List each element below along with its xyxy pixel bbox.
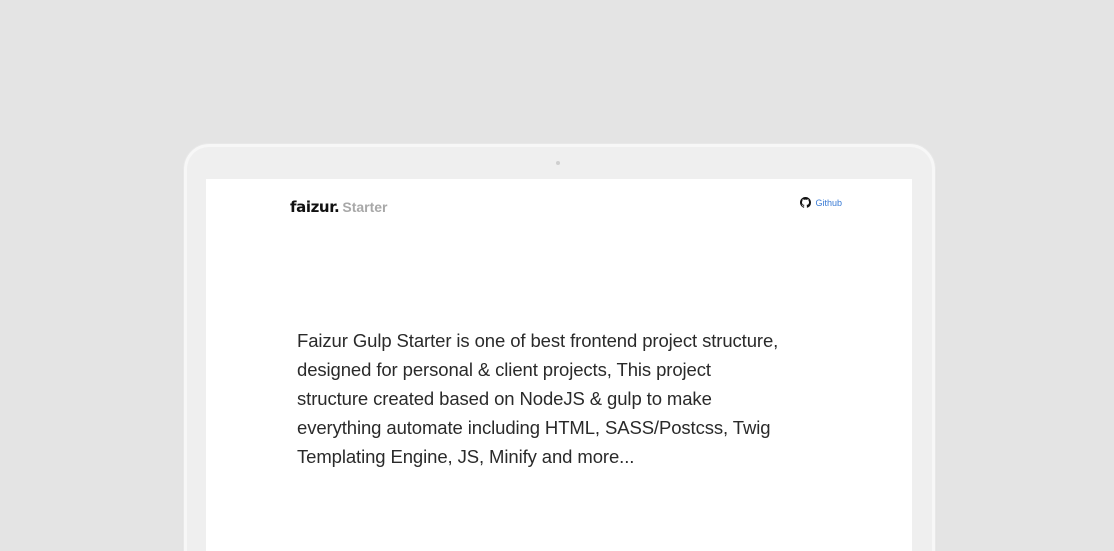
- page-background: faizur. Starter Github Faizur Gulp Start…: [0, 0, 1114, 551]
- hero-description: Faizur Gulp Starter is one of best front…: [297, 330, 779, 467]
- logo-suffix: Starter: [342, 199, 388, 215]
- laptop-frame: faizur. Starter Github Faizur Gulp Start…: [183, 143, 936, 551]
- logo[interactable]: faizur. Starter: [290, 198, 388, 216]
- laptop-screen: faizur. Starter Github Faizur Gulp Start…: [206, 179, 912, 551]
- github-link[interactable]: Github: [800, 197, 842, 208]
- site-header: faizur. Starter Github: [290, 196, 842, 220]
- github-icon: [800, 197, 812, 208]
- logo-name: faizur.: [290, 198, 340, 216]
- github-label: Github: [815, 197, 842, 208]
- camera-icon: [556, 161, 560, 165]
